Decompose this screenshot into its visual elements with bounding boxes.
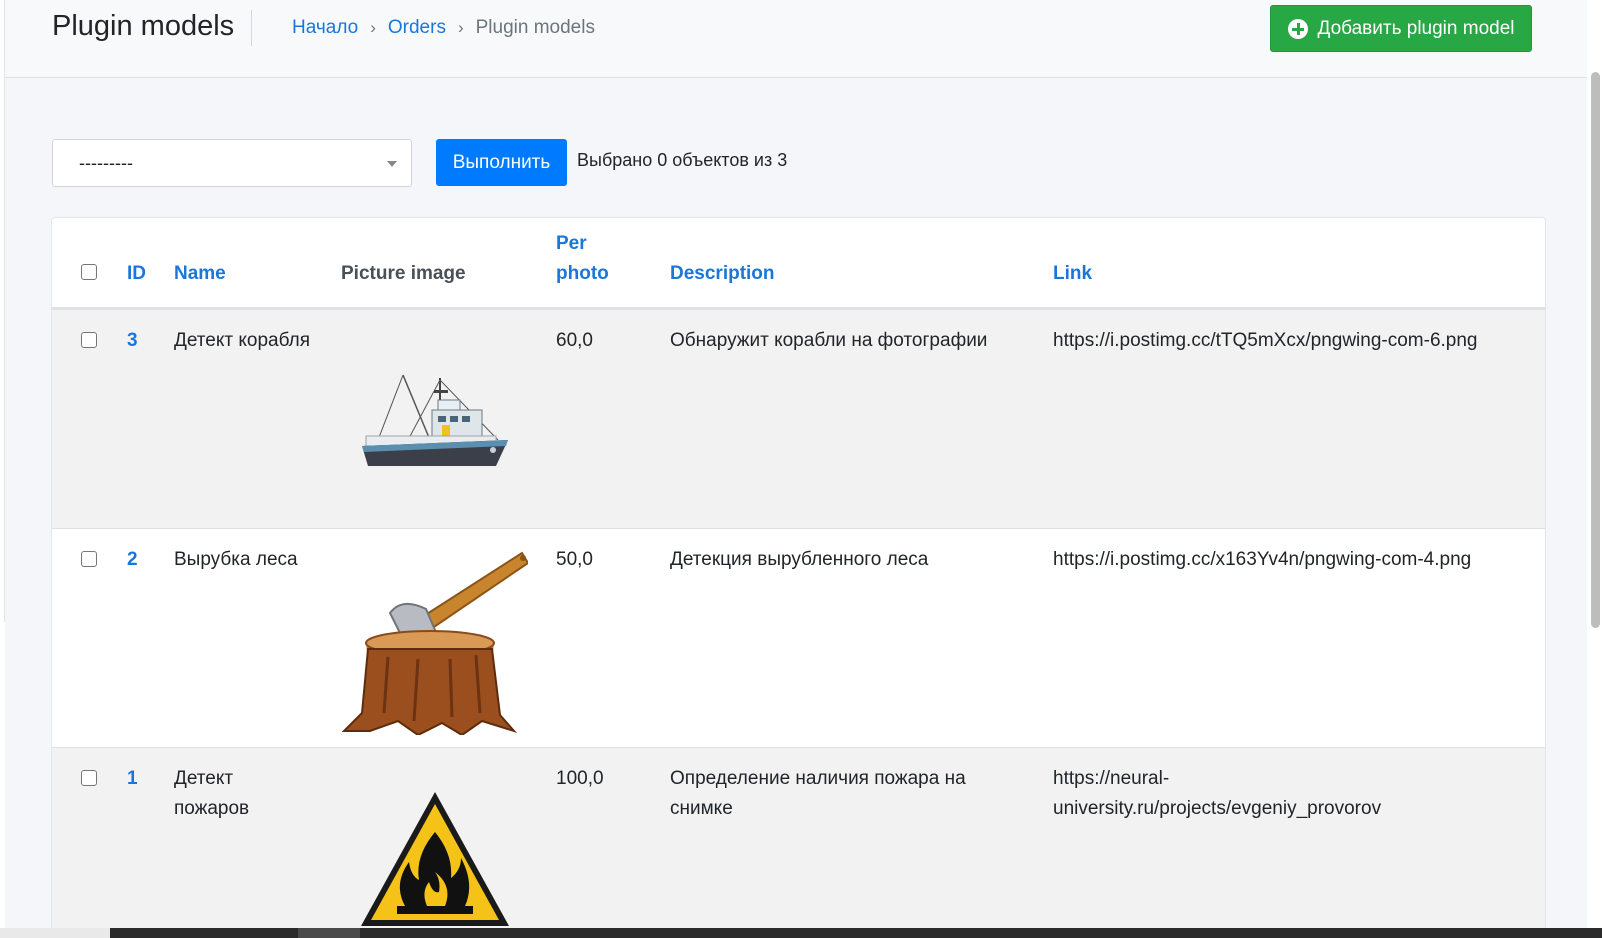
breadcrumb-separator: › (370, 18, 376, 37)
breadcrumb-home-link[interactable]: Начало (292, 17, 358, 39)
action-select-value: --------- (79, 152, 133, 173)
add-plugin-model-label: Добавить plugin model (1317, 17, 1515, 39)
breadcrumb-current: Plugin models (475, 17, 595, 38)
selected-count-text: Выбрано 0 объектов из 3 (577, 150, 788, 170)
window-left-edge (0, 0, 5, 622)
taskbar-start-area[interactable] (0, 928, 110, 938)
column-header-per-photo[interactable]: Per photo (556, 229, 609, 289)
row-description-line2: снимке (670, 798, 733, 819)
row-name: Вырубка леса (174, 549, 298, 570)
row-name-line1: Детект (174, 768, 234, 789)
ship-image (362, 374, 508, 466)
row-name-line2: пожаров (174, 798, 250, 819)
row-id-link[interactable]: 2 (127, 545, 138, 575)
row-checkbox[interactable] (81, 770, 97, 786)
column-header-per-photo-line1: Per (556, 233, 587, 254)
column-header-link[interactable]: Link (1053, 259, 1092, 289)
breadcrumb-orders-link[interactable]: Orders (388, 17, 446, 39)
row-link-line1: https://neural- (1053, 768, 1170, 789)
row-link: https://neural- university.ru/projects/e… (1053, 764, 1381, 824)
table-row: 3 Детект корабля 60,0 Обнаружит корабли … (52, 309, 1545, 528)
row-checkbox[interactable] (81, 551, 97, 567)
os-taskbar (0, 928, 1602, 938)
table-header: ID Name Picture image Per photo Descript… (52, 218, 1545, 309)
row-description-line1: Определение наличия пожара на (670, 768, 966, 789)
run-action-button[interactable]: Выполнить (436, 139, 567, 186)
content-header: Plugin models Начало › Orders › Plugin m… (5, 0, 1587, 78)
axe-stump-image (342, 551, 528, 735)
column-header-per-photo-line2: photo (556, 263, 609, 284)
window-left-edge-lower (0, 622, 5, 928)
row-checkbox[interactable] (81, 332, 97, 348)
column-header-id[interactable]: ID (127, 259, 146, 289)
column-header-description[interactable]: Description (670, 259, 775, 289)
row-link: https://i.postimg.cc/tTQ5mXcx/pngwing-co… (1053, 330, 1478, 351)
select-all-checkbox[interactable] (81, 264, 97, 280)
plus-circle-icon (1287, 18, 1308, 39)
row-per-photo: 100,0 (556, 768, 604, 789)
row-name: Детект корабля (174, 330, 310, 351)
results-table: ID Name Picture image Per photo Descript… (51, 217, 1546, 938)
page-title: Plugin models (52, 10, 235, 42)
row-per-photo: 50,0 (556, 549, 593, 570)
breadcrumb-separator: › (457, 18, 464, 37)
row-description: Обнаружит корабли на фотографии (670, 330, 988, 351)
column-header-name[interactable]: Name (174, 259, 226, 289)
row-id-link[interactable]: 3 (127, 326, 138, 356)
caret-down-icon (387, 161, 397, 167)
add-plugin-model-button[interactable]: Добавить plugin model (1270, 5, 1532, 52)
title-divider (251, 10, 252, 46)
taskbar-active-app[interactable] (298, 928, 360, 938)
row-id-link[interactable]: 1 (127, 764, 138, 794)
row-link: https://i.postimg.cc/x163Yv4n/pngwing-co… (1053, 549, 1472, 570)
row-description: Определение наличия пожара на снимке (670, 764, 966, 824)
row-per-photo: 60,0 (556, 330, 593, 351)
fire-warning-image (361, 792, 509, 926)
breadcrumb: Начало › Orders › Plugin models (292, 17, 595, 39)
column-header-picture: Picture image (341, 263, 466, 284)
table-row: 1 Детект пожаров 100,0 Определение налич… (52, 747, 1545, 937)
row-name: Детект пожаров (174, 764, 249, 824)
action-select[interactable]: --------- (52, 139, 412, 187)
scrollbar-thumb[interactable] (1591, 72, 1600, 628)
table-row: 2 Вырубка леса 50,0 Детекция вырубленног… (52, 528, 1545, 747)
row-description: Детекция вырубленного леса (670, 549, 929, 570)
row-link-line2: university.ru/projects/evgeniy_provorov (1053, 798, 1382, 819)
